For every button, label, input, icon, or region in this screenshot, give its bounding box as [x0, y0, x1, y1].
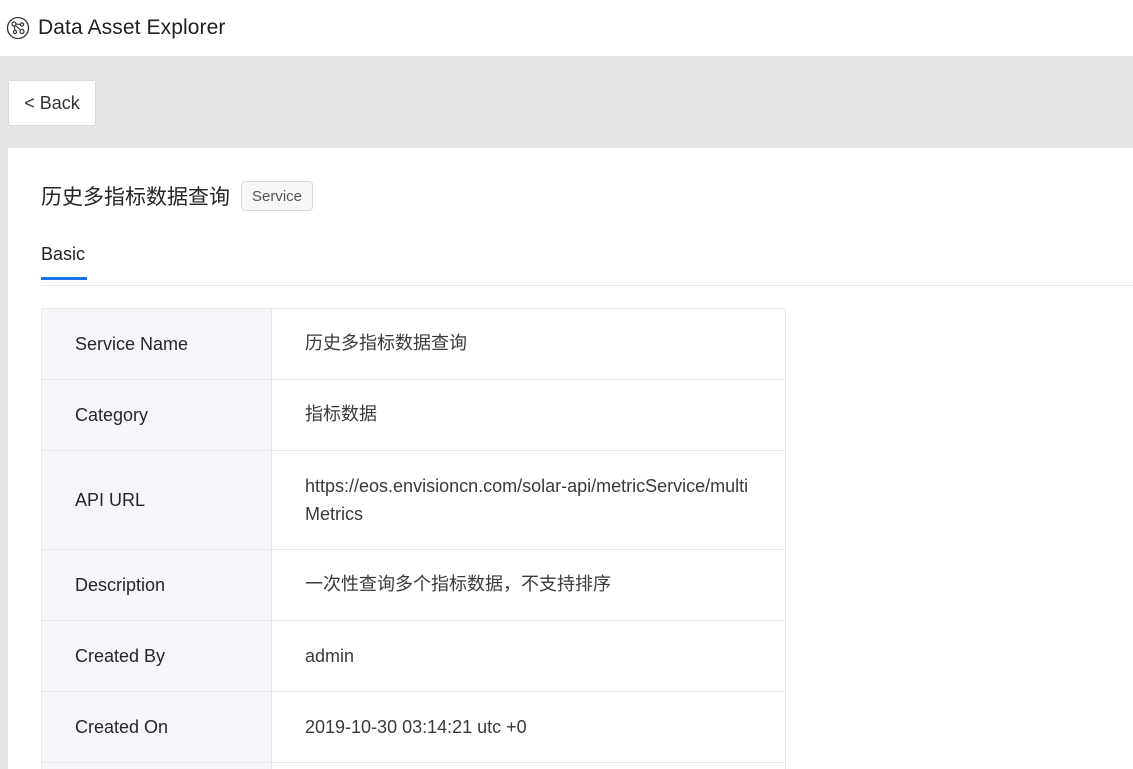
- row-label: Created By: [42, 621, 272, 691]
- row-label: Description: [42, 550, 272, 620]
- table-row: API URL https://eos.envisioncn.com/solar…: [42, 451, 785, 550]
- row-value: 指标数据: [305, 404, 377, 425]
- row-label: Created On: [42, 692, 272, 762]
- page-title: 历史多指标数据查询: [41, 185, 230, 209]
- network-nodes-icon: [5, 15, 31, 41]
- app-title: Data Asset Explorer: [38, 16, 226, 39]
- row-value: https://eos.envisioncn.com/solar-api/met…: [305, 476, 749, 524]
- table-row: Service Name 历史多指标数据查询: [42, 309, 785, 380]
- table-row: Description 一次性查询多个指标数据，不支持排序: [42, 550, 785, 621]
- type-badge: Service: [241, 181, 314, 211]
- row-value: [272, 763, 785, 769]
- active-tab-indicator: [41, 277, 87, 280]
- back-button[interactable]: < Back: [8, 80, 96, 126]
- row-label: API URL: [42, 451, 272, 549]
- row-value: 一次性查询多个指标数据，不支持排序: [305, 574, 611, 595]
- table-row: Created By admin: [42, 621, 785, 692]
- tab-basic-label: Basic: [41, 244, 86, 264]
- app-header: Data Asset Explorer: [0, 0, 1133, 56]
- content-panel: 历史多指标数据查询 Service Basic Service Name 历史多…: [8, 148, 1133, 769]
- row-value: admin: [305, 646, 355, 666]
- table-row: [42, 763, 785, 769]
- tab-bar: Basic: [41, 236, 1133, 286]
- row-value: 历史多指标数据查询: [305, 333, 467, 354]
- row-label: Service Name: [42, 309, 272, 379]
- table-row: Created On 2019-10-30 03:14:21 utc +0: [42, 692, 785, 763]
- table-row: Category 指标数据: [42, 380, 785, 451]
- row-label: [42, 763, 272, 769]
- page-title-row: 历史多指标数据查询 Service: [41, 181, 314, 211]
- tab-basic[interactable]: Basic: [41, 244, 87, 280]
- row-label: Category: [42, 380, 272, 450]
- row-value: 2019-10-30 03:14:21 utc +0: [305, 717, 527, 737]
- details-table: Service Name 历史多指标数据查询 Category 指标数据 API…: [41, 308, 786, 769]
